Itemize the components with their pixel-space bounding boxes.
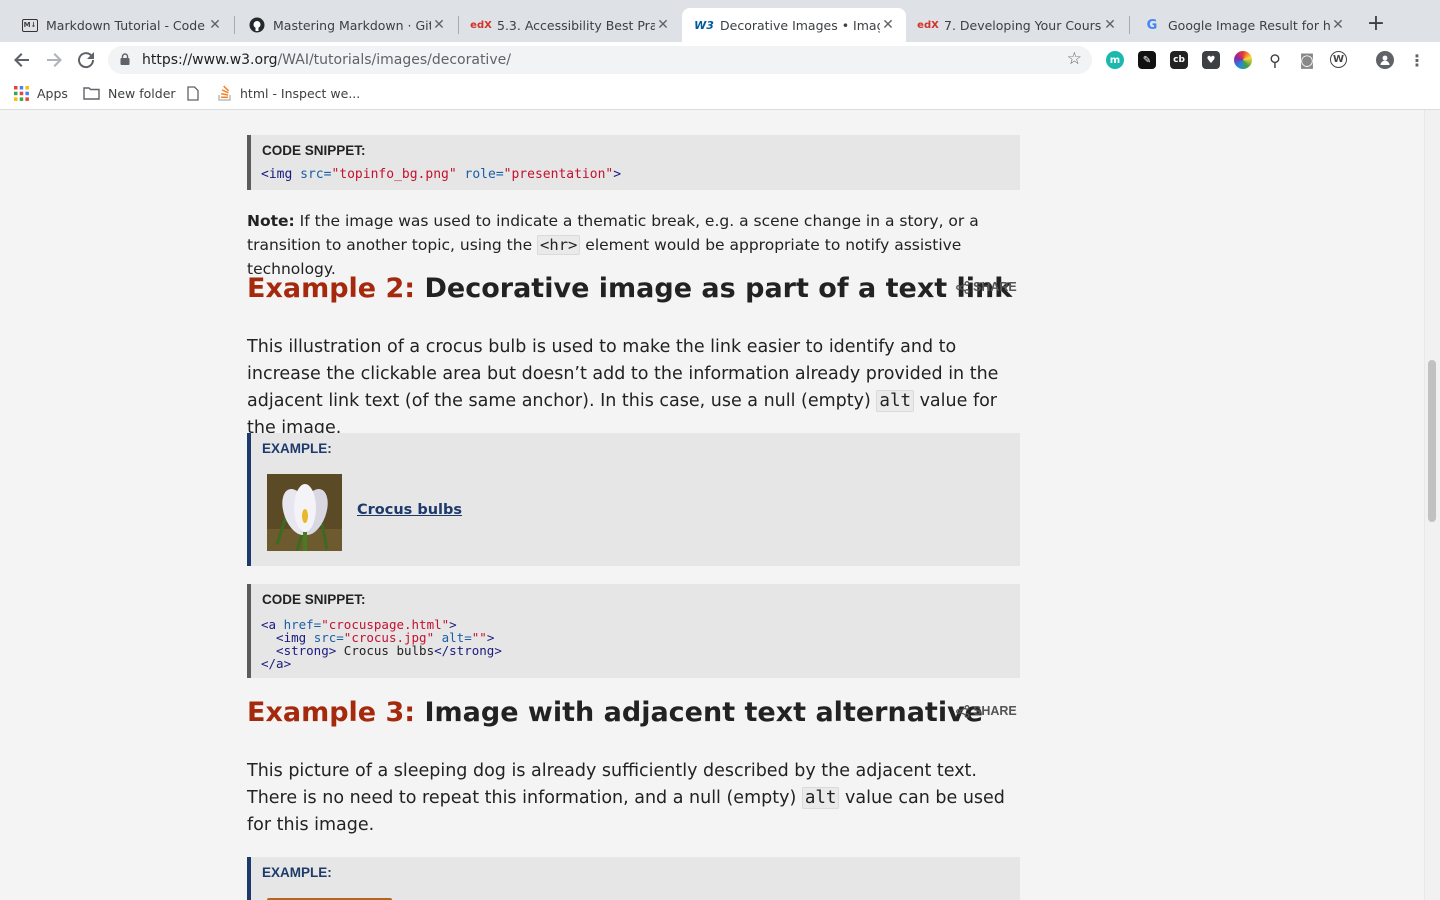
tab-title: 5.3. Accessibility Best Practices [497, 17, 655, 33]
close-icon[interactable]: ✕ [207, 17, 223, 33]
code-snippet-label: CODE SNIPPET: [262, 592, 366, 607]
web-page: CODE SNIPPET: <img src="topinfo_bg.png" … [0, 110, 1440, 900]
close-icon[interactable]: ✕ [880, 17, 896, 33]
page-icon [187, 85, 199, 101]
stackoverflow-icon [218, 85, 232, 101]
code-snippet-2: CODE SNIPPET: <a href="crocuspage.html">… [247, 584, 1020, 678]
example-2-heading: Example 2: Decorative image as part of a… [247, 273, 1013, 304]
reload-button[interactable] [74, 48, 98, 72]
reload-icon [78, 52, 95, 69]
m-extension-icon[interactable]: m [1106, 51, 1124, 69]
pocket-extension-icon[interactable]: ♥ [1202, 51, 1220, 69]
tab-accessibility-best-practices[interactable]: edX 5.3. Accessibility Best Practices ✕ [459, 8, 681, 42]
w3c-icon: W3 [694, 18, 714, 32]
bookmark-page[interactable] [187, 84, 207, 102]
bookmark-new-folder[interactable]: New folder [83, 84, 176, 102]
bookmark-label: html - Inspect we... [240, 85, 361, 101]
bookmark-label: Apps [37, 85, 68, 101]
pen-extension-icon[interactable]: ✎ [1138, 51, 1156, 69]
folder-icon [83, 86, 100, 100]
scrollbar-thumb[interactable] [1428, 360, 1436, 522]
example-label: EXAMPLE: [262, 865, 332, 880]
crocus-bulbs-link[interactable]: Crocus bulbs [357, 502, 462, 518]
example-3-paragraph: This picture of a sleeping dog is alread… [247, 761, 1005, 835]
apps-grid-icon [14, 85, 29, 101]
close-icon[interactable]: ✕ [431, 17, 447, 33]
tab-title: Mastering Markdown · GitHub [273, 17, 431, 33]
share-icon [956, 704, 970, 718]
tab-google-image-result[interactable]: G Google Image Result for https ✕ [1130, 8, 1356, 42]
forward-arrow-icon [47, 53, 62, 67]
tab-title: Markdown Tutorial - Code [46, 17, 205, 33]
cb-extension-icon[interactable]: cb [1170, 51, 1188, 69]
note-label: Note: [247, 212, 295, 230]
tab-mastering-markdown[interactable]: Mastering Markdown · GitHub ✕ [235, 8, 457, 42]
tab-strip: M↓ Markdown Tutorial - Code ✕ Mastering … [0, 0, 1440, 42]
edx-icon: edX [470, 19, 492, 31]
code-block: <a href="crocuspage.html"> <img src="cro… [261, 617, 502, 671]
pin-extension-icon[interactable]: ⚲ [1266, 51, 1284, 70]
color-wheel-extension-icon[interactable] [1234, 51, 1252, 69]
edx-icon: edX [917, 19, 939, 31]
back-button[interactable] [10, 48, 34, 72]
bookmarks-bar: Apps New folder html - Inspect we... [0, 78, 1440, 110]
code-line: <img src="topinfo_bg.png" role="presenta… [261, 167, 622, 182]
tab-title: 7. Developing Your Course [944, 17, 1102, 33]
bookmark-inspect[interactable]: html - Inspect we... [218, 84, 360, 102]
hr-code: <hr> [537, 235, 581, 255]
bookmark-apps[interactable]: Apps [14, 84, 68, 102]
example-label: EXAMPLE: [262, 441, 332, 456]
close-icon[interactable]: ✕ [655, 17, 671, 33]
w-extension-icon[interactable]: W [1330, 51, 1347, 68]
example-3-box: EXAMPLE: [247, 857, 1020, 900]
tab-decorative-images[interactable]: W3 Decorative Images • Images ✕ [682, 8, 906, 42]
forward-button[interactable] [42, 48, 66, 72]
tab-developing-your-course[interactable]: edX 7. Developing Your Course ✕ [906, 8, 1128, 42]
close-icon[interactable]: ✕ [1330, 17, 1346, 33]
share-icon [956, 280, 970, 294]
page-scrollbar[interactable] [1424, 110, 1440, 900]
note-paragraph: Note: If the image was used to indicate … [247, 212, 979, 278]
clipped-previous-line [247, 110, 507, 114]
alt-code: alt [801, 787, 840, 809]
share-button[interactable]: SHARE [956, 280, 1017, 294]
address-bar[interactable]: https://www.w3.org/WAI/tutorials/images/… [108, 46, 1092, 74]
bookmark-label: New folder [108, 85, 176, 101]
crocus-image[interactable] [267, 474, 342, 551]
tab-title: Google Image Result for https [1168, 17, 1330, 33]
markdown-icon: M↓ [22, 18, 38, 32]
tab-markdown-tutorial[interactable]: M↓ Markdown Tutorial - Code ✕ [8, 8, 233, 42]
example-2-box: EXAMPLE: [247, 433, 1020, 566]
back-arrow-icon [14, 53, 29, 67]
share-button[interactable]: SHARE [956, 704, 1017, 718]
alt-code: alt [876, 390, 915, 412]
lock-icon [120, 53, 130, 65]
url-path: /WAI/tutorials/images/decorative/ [277, 52, 511, 68]
example-2-paragraph: This illustration of a crocus bulb is us… [247, 337, 999, 438]
close-icon[interactable]: ✕ [1102, 17, 1118, 33]
camera-extension-icon[interactable]: ◙ [1298, 51, 1316, 69]
github-icon [249, 17, 265, 33]
bookmark-star-icon[interactable]: ☆ [1067, 49, 1082, 69]
profile-avatar-icon[interactable] [1376, 51, 1394, 69]
code-snippet-1: CODE SNIPPET: <img src="topinfo_bg.png" … [247, 135, 1020, 190]
google-icon: G [1146, 17, 1158, 33]
url-host: https://www.w3.org [142, 52, 278, 68]
tab-title: Decorative Images • Images [720, 17, 880, 33]
browser-toolbar: https://www.w3.org/WAI/tutorials/images/… [0, 42, 1440, 78]
example-3-heading: Example 3: Image with adjacent text alte… [247, 697, 983, 728]
new-tab-button[interactable]: + [1366, 13, 1386, 37]
url-text: https://www.w3.org/WAI/tutorials/images/… [142, 52, 511, 68]
code-snippet-label: CODE SNIPPET: [262, 143, 366, 158]
menu-kebab-icon[interactable]: ⋮ [1408, 51, 1426, 70]
